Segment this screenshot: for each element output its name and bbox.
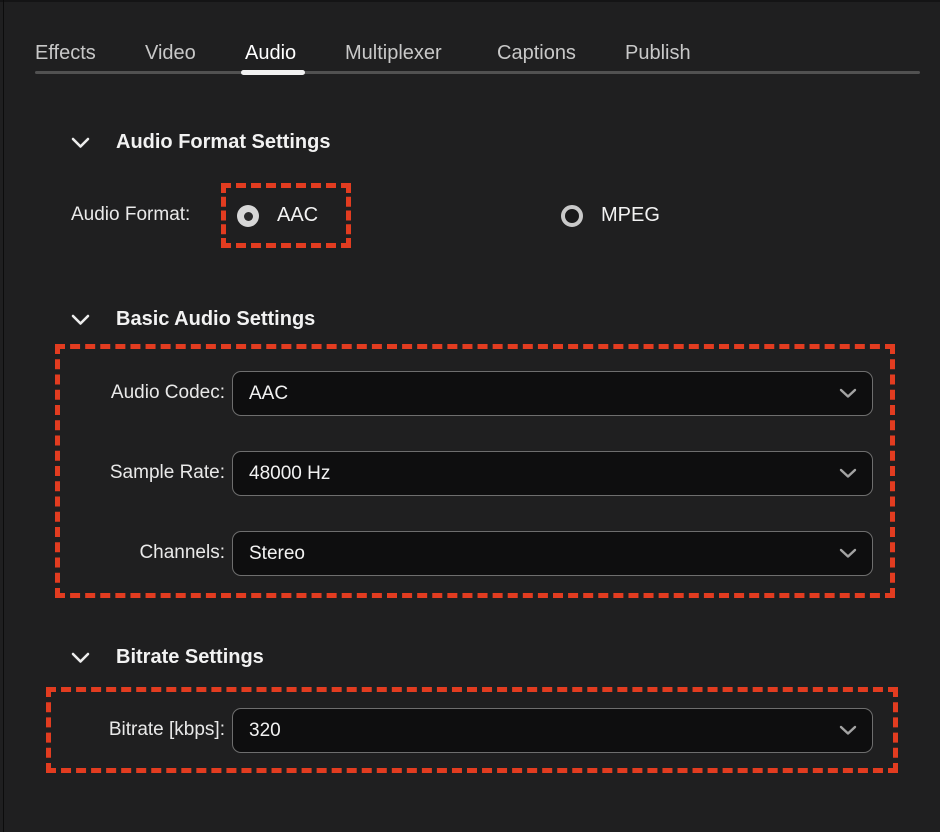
chevron-down-icon [839,468,857,479]
tab-captions[interactable]: Captions [497,42,576,65]
export-settings-audio-panel: Effects Video Audio Multiplexer Captions… [0,0,940,832]
audio-format-label: Audio Format: [71,204,190,226]
tab-audio[interactable]: Audio [245,42,296,65]
bitrate-dropdown[interactable]: 320 [232,708,873,753]
radio-mpeg[interactable] [561,205,583,227]
channels-label: Channels: [35,542,225,564]
tab-bar-underline [35,71,920,74]
section-header-basic-audio-settings[interactable]: Basic Audio Settings [71,308,315,331]
section-title: Audio Format Settings [116,131,330,154]
section-title: Basic Audio Settings [116,308,315,331]
audio-codec-dropdown[interactable]: AAC [232,371,873,416]
chevron-down-icon [839,388,857,399]
audio-codec-value: AAC [249,383,288,405]
chevron-down-icon [839,548,857,559]
channels-value: Stereo [249,543,305,565]
bitrate-value: 320 [249,720,281,742]
chevron-down-icon [71,652,90,664]
sample-rate-value: 48000 Hz [249,463,330,485]
radio-dot [244,212,253,221]
sample-rate-label: Sample Rate: [35,462,225,484]
audio-codec-label: Audio Codec: [35,382,225,404]
section-title: Bitrate Settings [116,646,264,669]
radio-aac-label[interactable]: AAC [277,204,318,227]
radio-mpeg-label[interactable]: MPEG [601,204,660,227]
radio-aac[interactable] [237,205,259,227]
chevron-down-icon [71,137,90,149]
active-tab-indicator [241,70,305,75]
sample-rate-dropdown[interactable]: 48000 Hz [232,451,873,496]
bitrate-label: Bitrate [kbps]: [35,719,225,741]
panel-left-divider [3,0,4,832]
tab-publish[interactable]: Publish [625,42,691,65]
chevron-down-icon [71,314,90,326]
chevron-down-icon [839,725,857,736]
tab-effects[interactable]: Effects [35,42,96,65]
section-header-bitrate-settings[interactable]: Bitrate Settings [71,646,264,669]
tab-video[interactable]: Video [145,42,196,65]
channels-dropdown[interactable]: Stereo [232,531,873,576]
panel-top-edge [0,0,940,2]
tab-multiplexer[interactable]: Multiplexer [345,42,442,65]
section-header-audio-format-settings[interactable]: Audio Format Settings [71,131,330,154]
